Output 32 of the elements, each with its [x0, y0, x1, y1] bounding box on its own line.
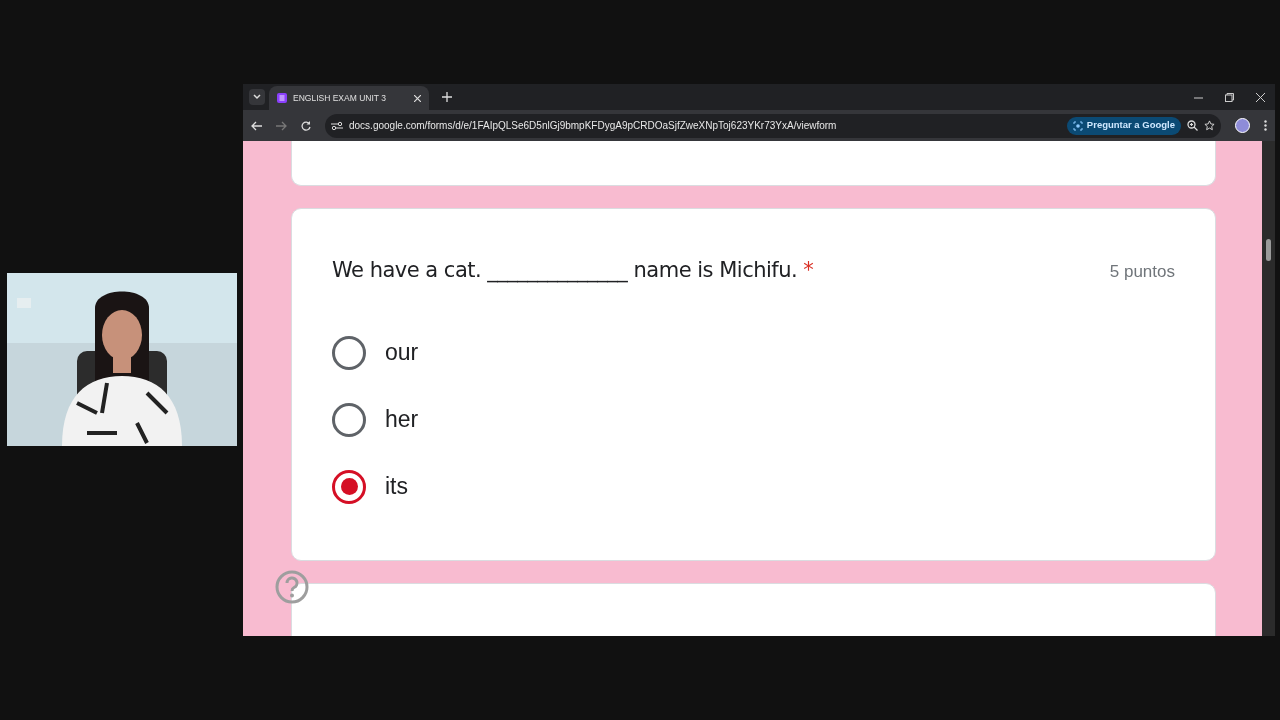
close-icon[interactable] [414, 94, 421, 102]
ask-google-button[interactable]: Preguntar a Google [1066, 116, 1181, 135]
back-icon[interactable] [251, 120, 262, 131]
site-settings-icon[interactable] [331, 120, 343, 131]
browser-tab[interactable]: ENGLISH EXAM UNIT 3 [269, 86, 429, 110]
profile-avatar[interactable] [1235, 118, 1250, 133]
radio-button[interactable] [332, 402, 366, 437]
address-bar[interactable]: docs.google.com/forms/d/e/1FAIpQLSe6D5nlGj9bmpKFDygA9pCRDOaSjfZweXNpToj623YKr73YxA/viewform Preguntar a Google [325, 113, 1221, 138]
scrollbar[interactable] [1262, 141, 1275, 636]
zoom-icon[interactable] [1187, 120, 1198, 131]
url-text: docs.google.com/forms/d/e/1FAIpQLSe6D5nlGj9bmpKFDygA9pCRDOaSjfZweXNpToj623YKr73YxA/viewform [349, 119, 837, 133]
chevron-down-icon [253, 94, 261, 100]
plus-icon [442, 92, 452, 102]
restore-icon[interactable] [1225, 93, 1234, 102]
radio-button[interactable] [332, 469, 366, 504]
menu-icon[interactable] [1264, 120, 1267, 131]
points-label: 5 puntos [1109, 261, 1175, 283]
option-label: our [385, 338, 419, 368]
reload-icon[interactable] [301, 120, 311, 131]
option-label: its [385, 472, 408, 502]
new-tab-button[interactable] [439, 89, 455, 105]
option-label: her [385, 405, 419, 435]
close-icon[interactable] [1256, 93, 1265, 102]
tab-list-button[interactable] [249, 89, 265, 105]
star-icon[interactable] [1204, 120, 1215, 131]
radio-button[interactable] [332, 335, 366, 370]
forward-icon[interactable] [276, 120, 287, 131]
help-icon[interactable] [275, 570, 309, 604]
question-text: We have a cat. ______________ name is Michifu. * [332, 257, 814, 285]
required-asterisk: * [803, 258, 814, 282]
lens-icon [1072, 120, 1083, 131]
form-icon [277, 93, 287, 103]
